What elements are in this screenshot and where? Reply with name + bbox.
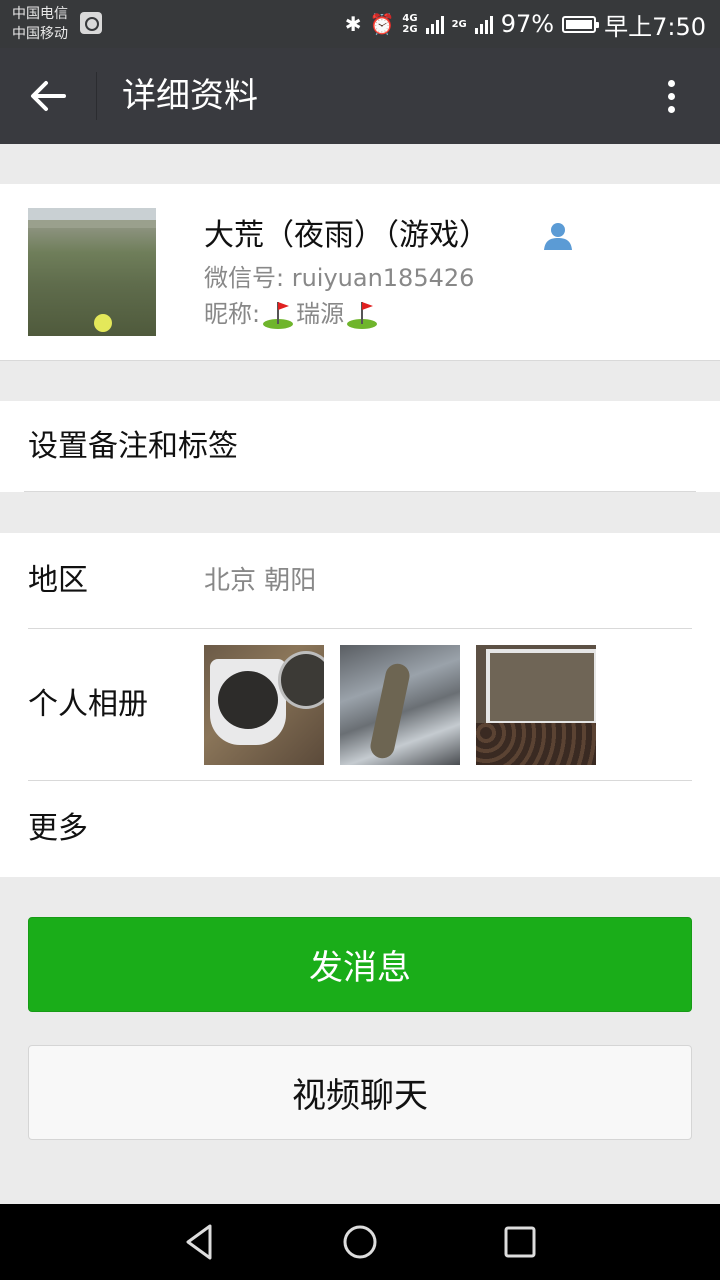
album-label: 个人相册 <box>28 687 148 722</box>
signal-icon-2 <box>474 14 493 34</box>
carrier-2: 中国移动 <box>12 26 68 42</box>
golf-flag-icon <box>347 302 378 329</box>
region-label: 地区 <box>28 563 88 598</box>
alarm-icon: ⏰ <box>369 12 395 36</box>
divider <box>28 628 692 629</box>
album-photo-1[interactable] <box>204 645 324 765</box>
nickname-prefix: 昵称: <box>204 300 261 328</box>
network-type-1: 4G 2G <box>402 13 418 35</box>
wechat-id: 微信号: ruiyuan185426 <box>204 264 475 292</box>
back-button[interactable] <box>22 70 76 122</box>
display-name: 大荒（夜雨）（游戏） <box>204 218 489 253</box>
video-chat-button[interactable]: 视频聊天 <box>28 1045 692 1140</box>
more-row[interactable]: 更多 <box>28 807 88 851</box>
network-type-2: 2G <box>451 18 467 30</box>
title-bar: 详细资料 <box>0 48 720 144</box>
bluetooth-icon: ✱ <box>344 12 362 36</box>
send-message-button[interactable]: 发消息 <box>28 917 692 1012</box>
remark-tags-label: 设置备注和标签 <box>28 429 238 464</box>
nav-home-icon[interactable] <box>336 1218 384 1266</box>
region-value: 北京 朝阳 <box>204 566 317 596</box>
nickname: 瑞源 <box>296 300 345 328</box>
contact-person-icon <box>544 223 572 250</box>
divider <box>24 491 696 492</box>
nav-back-icon[interactable] <box>176 1218 224 1266</box>
album-photo-2[interactable] <box>340 645 460 765</box>
signal-icon-1 <box>425 14 444 34</box>
battery-percent: 97% <box>500 10 555 38</box>
title-divider <box>96 72 97 120</box>
nav-recent-apps-icon[interactable] <box>496 1218 544 1266</box>
carrier-info: 中国电信 中国移动 <box>12 4 68 44</box>
status-indicators: ✱ ⏰ 4G 2G 2G 97% 早上7:50 <box>344 8 706 41</box>
more-dots-icon <box>668 80 675 87</box>
carrier-logo-icon <box>80 12 102 34</box>
battery-icon <box>562 15 600 33</box>
clock: 早上7:50 <box>604 12 706 41</box>
album-photo-3[interactable] <box>476 645 596 765</box>
more-options-button[interactable] <box>652 74 692 118</box>
navigation-bar <box>0 1204 720 1280</box>
status-bar: 中国电信 中国移动 ✱ ⏰ 4G 2G 2G 97% 早上7:50 <box>0 0 720 48</box>
avatar[interactable] <box>28 208 156 336</box>
nickname-row: 昵称: 瑞源 <box>204 298 380 330</box>
profile-card: 大荒（夜雨）（游戏） 微信号: ruiyuan185426 昵称: 瑞源 <box>0 184 720 361</box>
arrow-left-icon <box>31 81 66 111</box>
golf-flag-icon <box>263 302 294 329</box>
info-section: 地区 北京 朝阳 个人相册 更多 <box>0 533 720 877</box>
page-title: 详细资料 <box>122 76 258 116</box>
carrier-1: 中国电信 <box>12 6 68 22</box>
remark-tags-row[interactable]: 设置备注和标签 <box>0 401 720 492</box>
divider <box>28 780 692 781</box>
